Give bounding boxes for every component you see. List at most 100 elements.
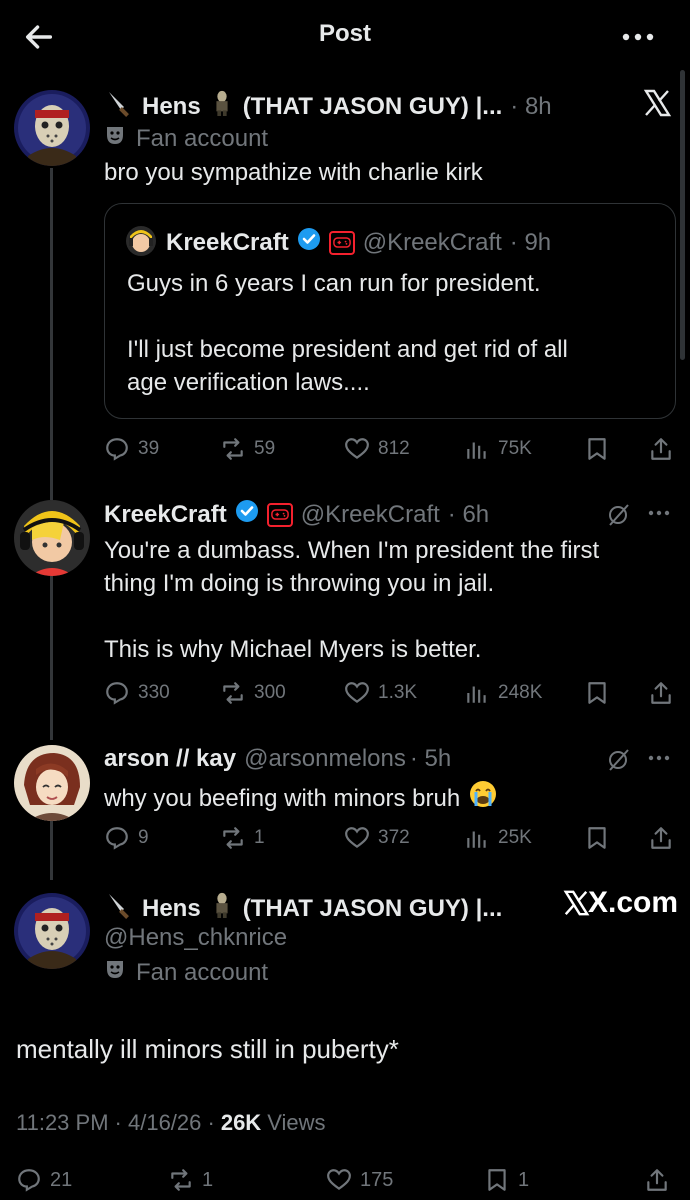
views-icon [467, 442, 486, 459]
handle[interactable]: @arsonmelons [244, 745, 406, 773]
heart-icon [327, 1169, 351, 1190]
quote-timestamp[interactable]: · 9h [510, 229, 551, 257]
author-name[interactable]: KreekCraft [104, 501, 227, 529]
knife-icon [104, 88, 134, 125]
views-button[interactable]: 248K [464, 680, 542, 706]
repost-button[interactable]: 300 [220, 680, 286, 706]
tweet-header: KreekCraft @KreekCraft · 6h [104, 499, 489, 530]
bookmark-button[interactable]: 1 [484, 1167, 529, 1193]
avatar[interactable] [14, 893, 90, 969]
heart-icon [345, 438, 369, 459]
timestamp[interactable]: · 6h [448, 501, 489, 529]
scrollbar[interactable] [680, 70, 685, 360]
like-button[interactable]: 175 [326, 1167, 393, 1193]
views-count: 26K [220, 1110, 262, 1135]
share-icon [651, 438, 671, 460]
quote-text-line3: age verification laws.... [127, 369, 370, 396]
bookmark-icon [588, 682, 606, 704]
tweet-text: bro you sympathize with charlie kirk [104, 159, 483, 186]
share-button[interactable] [648, 680, 674, 706]
tweet-text-row: why you beefing with minors bruh [104, 779, 498, 818]
theater-mask-icon [104, 124, 126, 153]
share-button[interactable] [648, 436, 674, 462]
share-button[interactable] [644, 1167, 670, 1193]
share-button[interactable] [648, 825, 674, 851]
bookmark-icon [588, 827, 606, 849]
reply-icon [106, 438, 128, 461]
share-icon [651, 827, 671, 849]
quote-header: KreekCraft @KreekCraft · 9h [166, 227, 551, 258]
views-label: Views [267, 1110, 326, 1135]
handle[interactable]: @KreekCraft [301, 501, 440, 529]
reply-button[interactable]: 330 [104, 680, 170, 706]
tweet-meta: 11:23 PM · 4/16/26 · 26K Views [16, 1110, 325, 1136]
gamepad-icon [266, 502, 293, 527]
post-time[interactable]: 11:23 PM [16, 1110, 109, 1136]
repost-button[interactable]: 59 [220, 436, 275, 462]
verified-badge-icon [235, 499, 259, 530]
heart-icon [345, 827, 369, 848]
author-name[interactable]: arson // kay [104, 745, 236, 773]
fan-account-badge: Fan account [104, 124, 268, 153]
tweet-actions: 330 300 1.3K 248K [104, 679, 676, 707]
knife-icon [104, 890, 134, 927]
gamepad-icon [328, 230, 355, 255]
more-options-icon[interactable] [646, 748, 672, 773]
share-icon [651, 682, 671, 704]
xcom-watermark: X.com [562, 886, 678, 920]
avatar[interactable] [14, 500, 90, 576]
views-icon [467, 831, 486, 848]
quote-author-name[interactable]: KreekCraft [166, 229, 289, 257]
tweet-header: arson // kay @arsonmelons · 5h [104, 745, 451, 773]
views-button[interactable]: 75K [464, 436, 532, 462]
reply-button[interactable]: 21 [16, 1167, 72, 1193]
repost-icon [223, 827, 243, 849]
quote-text-line1: Guys in 6 years I can run for president. [127, 270, 541, 297]
thread-line [50, 168, 53, 500]
thread-line [50, 815, 53, 880]
grok-icon[interactable] [606, 502, 632, 533]
bookmark-button[interactable] [584, 436, 610, 462]
heart-icon [345, 682, 369, 703]
like-button[interactable]: 812 [344, 436, 410, 462]
more-options-icon[interactable] [618, 22, 658, 52]
views-button[interactable]: 25K [464, 825, 532, 851]
jason-figure-icon [209, 90, 235, 123]
tweet-actions: 9 1 372 25K [104, 824, 676, 852]
author-name-suffix[interactable]: (THAT JASON GUY) |... [243, 93, 503, 121]
verified-badge-icon [297, 227, 321, 258]
bookmark-button[interactable] [584, 825, 610, 851]
repost-button[interactable]: 1 [168, 1167, 213, 1193]
reply-button[interactable]: 39 [104, 436, 159, 462]
reply-icon [106, 827, 128, 850]
repost-icon [171, 1169, 191, 1191]
timestamp[interactable]: · 8h [510, 93, 551, 121]
avatar[interactable] [14, 90, 90, 166]
post-date[interactable]: · 4/16/26 · [115, 1110, 215, 1136]
author-name[interactable]: Hens [142, 895, 201, 923]
like-button[interactable]: 1.3K [344, 680, 417, 706]
main-tweet-text: mentally ill minors still in puberty* [16, 1034, 399, 1064]
reply-button[interactable]: 9 [104, 825, 149, 851]
author-name[interactable]: Hens [142, 93, 201, 121]
grok-icon[interactable] [606, 747, 632, 778]
reply-icon [106, 682, 128, 705]
timestamp[interactable]: · 5h [410, 745, 451, 773]
tweet-header: Hens (THAT JASON GUY) |... [104, 890, 502, 927]
like-button[interactable]: 372 [344, 825, 410, 851]
tweet-text: why you beefing with minors bruh [104, 785, 461, 812]
crying-face-emoji-icon [468, 779, 498, 818]
avatar [126, 226, 156, 256]
more-options-icon[interactable] [646, 503, 672, 528]
theater-mask-icon [104, 958, 126, 987]
avatar[interactable] [14, 745, 90, 821]
tweet-text-line3: This is why Michael Myers is better. [104, 636, 482, 663]
quote-handle[interactable]: @KreekCraft [363, 229, 502, 257]
bookmark-button[interactable] [584, 680, 610, 706]
thread-line [50, 570, 53, 740]
repost-button[interactable]: 1 [220, 825, 265, 851]
share-icon [647, 1169, 667, 1191]
handle[interactable]: @Hens_chknrice [104, 924, 287, 952]
author-name-suffix[interactable]: (THAT JASON GUY) |... [243, 895, 503, 923]
views-icon [467, 686, 486, 703]
